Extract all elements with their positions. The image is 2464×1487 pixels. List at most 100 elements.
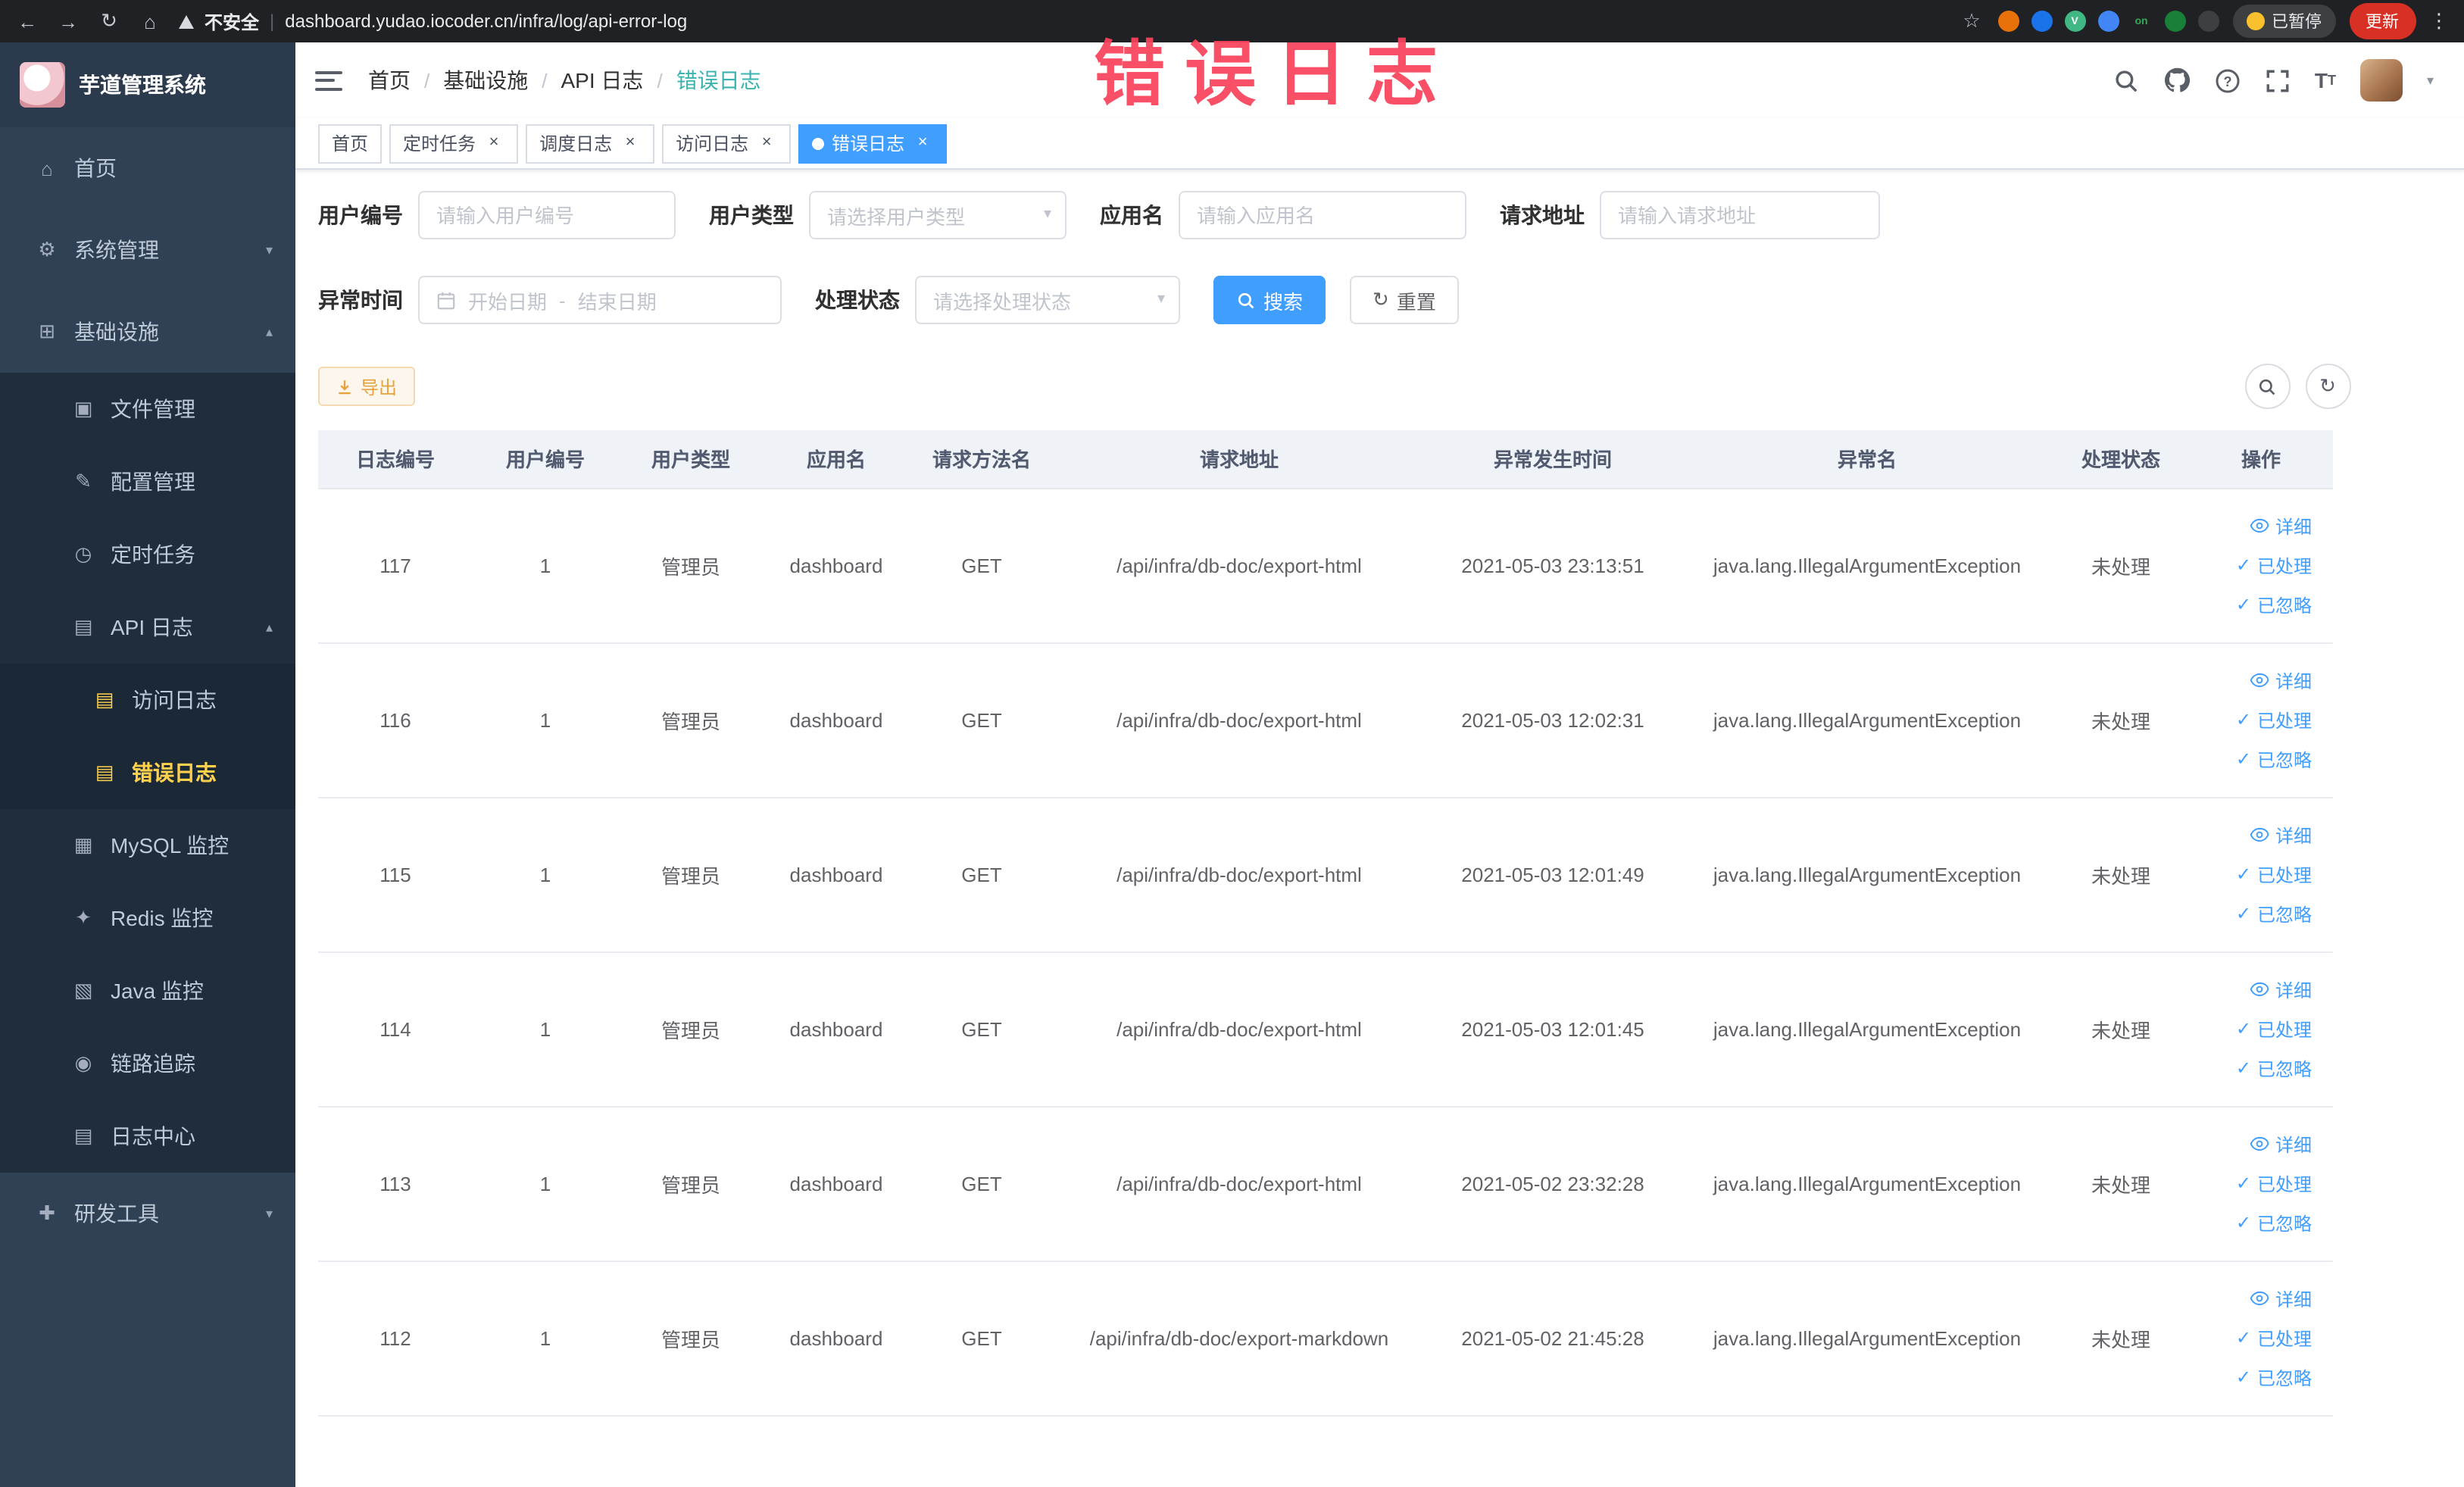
date-range-separator: -	[559, 289, 566, 311]
extension-icon-5[interactable]: on	[2131, 11, 2152, 32]
ignored-link[interactable]: ✓ 已忽略	[2236, 1048, 2312, 1088]
help-icon[interactable]: ?	[2215, 67, 2241, 93]
sidebar-item-3[interactable]: ▣ 文件管理	[0, 373, 295, 445]
ignored-link[interactable]: ✓ 已忽略	[2236, 894, 2312, 933]
cell-status: 未处理	[2053, 1106, 2189, 1261]
sidebar-item-label: 日志中心	[111, 1124, 195, 1148]
sidebar-item-5[interactable]: ◷ 定时任务	[0, 518, 295, 591]
browser-forward-icon[interactable]: →	[56, 10, 80, 33]
extension-icon-7[interactable]	[2197, 11, 2219, 32]
user-type-label: 用户类型	[709, 203, 794, 227]
sidebar-item-8[interactable]: ▤ 错误日志	[0, 736, 295, 809]
chevron-down-icon: ▾	[265, 1205, 273, 1220]
reset-button[interactable]: ↻ 重置	[1350, 276, 1459, 324]
processed-link[interactable]: ✓ 已处理	[2236, 1164, 2312, 1203]
detail-link[interactable]: 详细	[2250, 1279, 2312, 1318]
sidebar-item-10[interactable]: ✦ Redis 监控	[0, 882, 295, 954]
avatar[interactable]	[2359, 59, 2403, 102]
sidebar-item-12[interactable]: ◉ 链路追踪	[0, 1027, 295, 1100]
browser-reload-icon[interactable]: ↻	[97, 9, 121, 33]
row-actions: 详细 ✓ 已处理 ✓ 已忽略	[2198, 643, 2312, 796]
sidebar-item-11[interactable]: ▧ Java 监控	[0, 954, 295, 1027]
tab-0[interactable]: 首页	[318, 123, 383, 163]
ignored-link[interactable]: ✓ 已忽略	[2236, 739, 2312, 779]
browser-home-icon[interactable]: ⌂	[138, 10, 162, 33]
detail-link[interactable]: 详细	[2250, 506, 2312, 545]
tab-3[interactable]: 访问日志 ×	[662, 123, 792, 163]
close-icon[interactable]: ×	[620, 133, 641, 154]
update-button[interactable]: 更新	[2349, 3, 2416, 39]
user-type-select[interactable]: 请选择用户类型 ▾	[809, 191, 1066, 239]
extension-icon-3[interactable]: V	[2064, 11, 2085, 32]
detail-link[interactable]: 详细	[2250, 1124, 2312, 1164]
refresh-icon: ↻	[1373, 288, 1389, 311]
extension-icon-1[interactable]	[1997, 11, 2019, 32]
cell-exception: java.lang.IllegalArgumentException	[1682, 951, 2053, 1107]
calendar-icon	[436, 290, 456, 310]
logo[interactable]: 芋道管理系统	[0, 42, 295, 127]
column-header-1: 用户编号	[473, 430, 618, 489]
sidebar-item-label: 文件管理	[111, 397, 195, 421]
browser-menu-icon[interactable]: ⋮	[2429, 9, 2449, 33]
close-icon[interactable]: ×	[912, 133, 933, 154]
process-status-select[interactable]: 请选择处理状态 ▾	[915, 276, 1180, 324]
processed-link[interactable]: ✓ 已处理	[2236, 700, 2312, 739]
sidebar-item-13[interactable]: ▤ 日志中心	[0, 1100, 295, 1173]
paused-badge[interactable]: 已暂停	[2232, 5, 2335, 38]
ignored-link[interactable]: ✓ 已忽略	[2236, 585, 2312, 624]
ignored-link[interactable]: ✓ 已忽略	[2236, 1203, 2312, 1242]
breadcrumb-item-2[interactable]: API 日志	[561, 65, 644, 95]
search-toggle-button[interactable]	[2244, 364, 2290, 409]
processed-link[interactable]: ✓ 已处理	[2236, 1009, 2312, 1048]
github-icon[interactable]	[2163, 67, 2191, 94]
ignored-link[interactable]: ✓ 已忽略	[2236, 1357, 2312, 1397]
close-icon[interactable]: ×	[483, 133, 504, 154]
export-button[interactable]: 导出	[318, 367, 416, 406]
extension-icon-4[interactable]	[2097, 11, 2119, 32]
screen: ← → ↻ ⌂ 不安全 | dashboard.yudao.iocoder.cn…	[0, 0, 2464, 1487]
chevron-down-icon[interactable]: ▾	[2427, 72, 2434, 89]
timer-icon: ◷	[74, 542, 92, 565]
user-id-input[interactable]	[418, 191, 676, 239]
breadcrumb-item-1[interactable]: 基础设施	[443, 65, 528, 95]
app-name-input[interactable]	[1179, 191, 1466, 239]
sidebar-item-2[interactable]: ⊞ 基础设施 ▴	[0, 291, 295, 373]
tab-2[interactable]: 调度日志 ×	[526, 123, 655, 163]
detail-link[interactable]: 详细	[2250, 815, 2312, 854]
search-button[interactable]: 搜索	[1213, 276, 1326, 324]
sidebar-item-0[interactable]: ⌂ 首页	[0, 127, 295, 209]
hamburger-icon[interactable]	[315, 70, 342, 90]
sidebar-item-label: 系统管理	[74, 238, 159, 262]
tab-1[interactable]: 定时任务 ×	[389, 123, 519, 163]
sidebar-item-4[interactable]: ✎ 配置管理	[0, 445, 295, 518]
request-url-input[interactable]	[1600, 191, 1880, 239]
sidebar-item-9[interactable]: ▦ MySQL 监控	[0, 809, 295, 882]
sidebar-item-7[interactable]: ▤ 访问日志	[0, 664, 295, 736]
tab-4[interactable]: 错误日志 ×	[798, 123, 948, 163]
exception-time-range-picker[interactable]: 开始日期 - 结束日期	[418, 276, 782, 324]
extension-icon-6[interactable]	[2164, 11, 2185, 32]
action-label: 已忽略	[2256, 1213, 2312, 1234]
sidebar-item-1[interactable]: ⚙ 系统管理 ▾	[0, 209, 295, 291]
detail-link[interactable]: 详细	[2250, 970, 2312, 1009]
close-icon[interactable]: ×	[756, 133, 777, 154]
refresh-table-button[interactable]: ↻	[2305, 364, 2350, 409]
action-label: 详细	[2275, 516, 2312, 537]
cell-time: 2021-05-02 21:45:28	[1424, 1261, 1682, 1416]
processed-link[interactable]: ✓ 已处理	[2236, 1318, 2312, 1357]
extension-icon-2[interactable]	[2031, 11, 2052, 32]
cell-actions: 详细 ✓ 已处理 ✓ 已忽略	[2189, 488, 2333, 643]
breadcrumb-item-0[interactable]: 首页	[368, 65, 411, 95]
browser-back-icon[interactable]: ←	[15, 10, 39, 33]
processed-link[interactable]: ✓ 已处理	[2236, 854, 2312, 894]
processed-link[interactable]: ✓ 已处理	[2236, 545, 2312, 585]
search-icon[interactable]	[2113, 67, 2139, 93]
sidebar-item-14[interactable]: ✚ 研发工具 ▾	[0, 1173, 295, 1254]
detail-link[interactable]: 详细	[2250, 661, 2312, 700]
sidebar-item-6[interactable]: ▤ API 日志 ▴	[0, 591, 295, 664]
address-bar[interactable]: 不安全 | dashboard.yudao.iocoder.cn/infra/l…	[179, 8, 1943, 34]
bookmark-star-icon[interactable]: ☆	[1960, 9, 1984, 33]
fullscreen-icon[interactable]	[2265, 67, 2291, 93]
breadcrumb-separator: /	[542, 69, 548, 92]
font-size-icon[interactable]: TT	[2315, 70, 2336, 91]
